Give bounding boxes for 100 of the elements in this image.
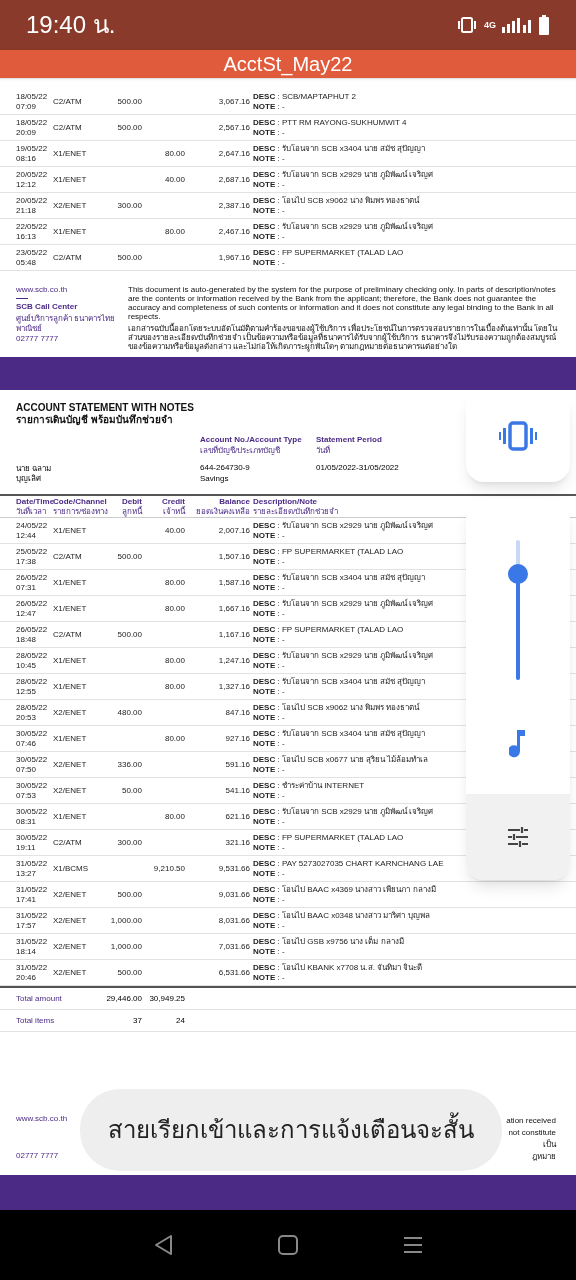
channel-cell-text: X2/ENET [53, 706, 88, 719]
balance-cell: 1,587.16 [218, 577, 250, 587]
note-cell: NOTE : - [253, 920, 285, 931]
slider-thumb[interactable] [508, 563, 528, 584]
date-cell-text: 31/05/22 [16, 858, 49, 869]
description-cell: DESC : PTT RM RAYONG-SUKHUMWIT 4 [253, 117, 407, 128]
clock-time: 19:40 น. [26, 10, 116, 40]
channel-cell-text: C2/ATM [53, 121, 83, 134]
column-header: Credit [161, 496, 185, 506]
date-cell-text: 31/05/22 [16, 910, 49, 921]
balance-cell: 1,507.16 [218, 551, 250, 561]
statement-thai-heading: รายการเดินบัญชี พร้อมบันทึกช่วยจำ [16, 414, 174, 426]
date-cell-text: 26/05/22 [16, 624, 49, 635]
debit-cell: 500.00 [117, 252, 142, 262]
balance-cell: 2,567.16 [218, 122, 250, 132]
time-cell-text: 18:14 [16, 946, 38, 957]
channel-cell-text: X1/ENET [53, 147, 88, 160]
channel-cell-text: C2/ATM [53, 95, 83, 108]
date-cell-text: 30/05/22 [16, 806, 49, 817]
time-cell-text: 16:13 [16, 231, 38, 242]
time-cell-text: 12:12 [16, 179, 38, 190]
time-cell-text: 20:46 [16, 972, 38, 983]
music-note-icon [509, 728, 527, 758]
channel-cell-text: X2/ENET [53, 914, 88, 927]
time-cell-text: 12:55 [16, 686, 38, 697]
back-icon[interactable] [152, 1234, 173, 1256]
debit-cell: 500.00 [117, 967, 142, 977]
description-cell: DESC : ชำระค่าบ้าน INTERNET [253, 780, 365, 791]
note-cell: NOTE : - [253, 101, 285, 112]
note-cell: NOTE : - [253, 582, 285, 593]
channel-cell-text: X1/ENET [53, 225, 88, 238]
balance-cell: 591.16 [225, 759, 250, 769]
credit-cell: 80.00 [164, 811, 185, 821]
balance-cell: 847.16 [225, 707, 250, 717]
website-link[interactable]: www.scb.co.th [16, 285, 116, 295]
column-thai-header: รายละเอียด/บันทึกช่วยจำ [253, 506, 339, 517]
note-cell: NOTE : - [253, 660, 285, 671]
balance-cell: 621.16 [225, 811, 250, 821]
credit-cell: 80.00 [164, 226, 185, 236]
time-cell-text: 17:41 [16, 894, 38, 905]
date-cell-text: 28/05/22 [16, 702, 49, 713]
time-cell-text: 07:09 [16, 101, 38, 112]
time-cell-text: 12:44 [16, 530, 38, 541]
total-debit: 29,446.00 [105, 992, 142, 1005]
date-cell-text: 28/05/22 [16, 676, 49, 687]
time-cell-text: 17:57 [16, 920, 38, 931]
vibrate-icon [456, 17, 478, 33]
time-cell-text: 20:53 [16, 712, 38, 723]
date-cell-text: 20/05/22 [16, 169, 49, 180]
credit-cell: 40.00 [164, 174, 185, 184]
balance-cell: 1,327.16 [218, 681, 250, 691]
time-cell-text: 07:50 [16, 764, 38, 775]
time-cell-text: 19:11 [16, 842, 37, 853]
note-cell: NOTE : - [253, 608, 285, 619]
channel-cell-text: X1/ENET [53, 680, 88, 693]
debit-cell: 300.00 [117, 837, 142, 847]
account-number: 644-264730-9 [200, 462, 251, 473]
english-disclaimer: This document is auto-generated by the system for the purpose of preliminary checking only. In parts of description/notes are the contents or information received by the Bank from the applicant; therefore, the Bank does not guarantee the accuracy and completeness of such contents or information and it does not constitute any legal binding to the Bank in all respects. [128, 285, 557, 321]
period-thai-label: วันที่ [316, 445, 331, 456]
volume-slider[interactable] [508, 540, 528, 680]
date-cell-text: 18/05/22 [16, 117, 49, 128]
credit-cell: 9,210.50 [153, 863, 185, 873]
note-cell: NOTE : - [253, 153, 285, 164]
date-cell-text: 30/05/22 [16, 754, 49, 765]
menu-icon[interactable] [403, 1236, 424, 1254]
column-thai-header: ลูกหนี้ [122, 506, 142, 517]
account-type: Savings [200, 473, 230, 484]
total-credit: 30,949.25 [148, 992, 185, 1005]
description-cell: DESC : รับโอนจาก SCB x3404 นาย สมัช สุปัญญา [253, 728, 426, 739]
time-cell-text: 08:31 [16, 816, 38, 827]
home-icon[interactable] [278, 1235, 298, 1255]
debit-cell: 1,000.00 [110, 941, 142, 951]
balance-cell: 2,007.16 [218, 525, 250, 535]
debit-cell: 50.00 [121, 785, 142, 795]
column-thai-header: รายการ/ช่องทาง [53, 506, 109, 517]
date-cell-text: 31/05/22 [16, 884, 49, 895]
vibrate-icon [499, 421, 537, 451]
account-label: Account No./Account Type [200, 434, 303, 445]
credit-cell: 80.00 [164, 655, 185, 665]
description-cell: DESC : FP SUPERMARKET (TALAD LAO [253, 247, 404, 258]
note-cell: NOTE : - [253, 972, 285, 983]
website-link[interactable]: www.scb.co.th [16, 1114, 68, 1124]
date-cell-text: 19/05/22 [16, 143, 49, 154]
credit-cell: 80.00 [164, 681, 185, 691]
balance-cell: 1,167.16 [218, 629, 250, 639]
customer-name: บุญเลิศ [16, 474, 42, 484]
time-cell-text: 21:18 [16, 205, 38, 216]
column-thai-header: วันที่เวลา [16, 506, 46, 517]
disclaimer-fragment: not constitute [508, 1128, 556, 1138]
ringer-mode-card[interactable] [466, 390, 570, 482]
column-header: Description/Note [253, 496, 317, 506]
channel-cell-text: X2/ENET [53, 199, 88, 212]
channel-cell-text: C2/ATM [53, 836, 83, 849]
balance-cell: 6,531.66 [218, 967, 250, 977]
description-cell: DESC : รับโอนจาก SCB x2929 นาย ภูมิพัฒน์ เจริญศ [253, 650, 434, 661]
description-cell: DESC : โอนไป SCB x9062 นาง พิมพร ทองธาตน์ [253, 195, 420, 206]
note-cell: NOTE : - [253, 556, 285, 567]
note-cell: NOTE : - [253, 127, 285, 138]
channel-cell-text: X1/ENET [53, 732, 88, 745]
description-cell: DESC : โอนไป BAAC x4369 นางสาว เพียนภา กลางมี [253, 884, 436, 895]
